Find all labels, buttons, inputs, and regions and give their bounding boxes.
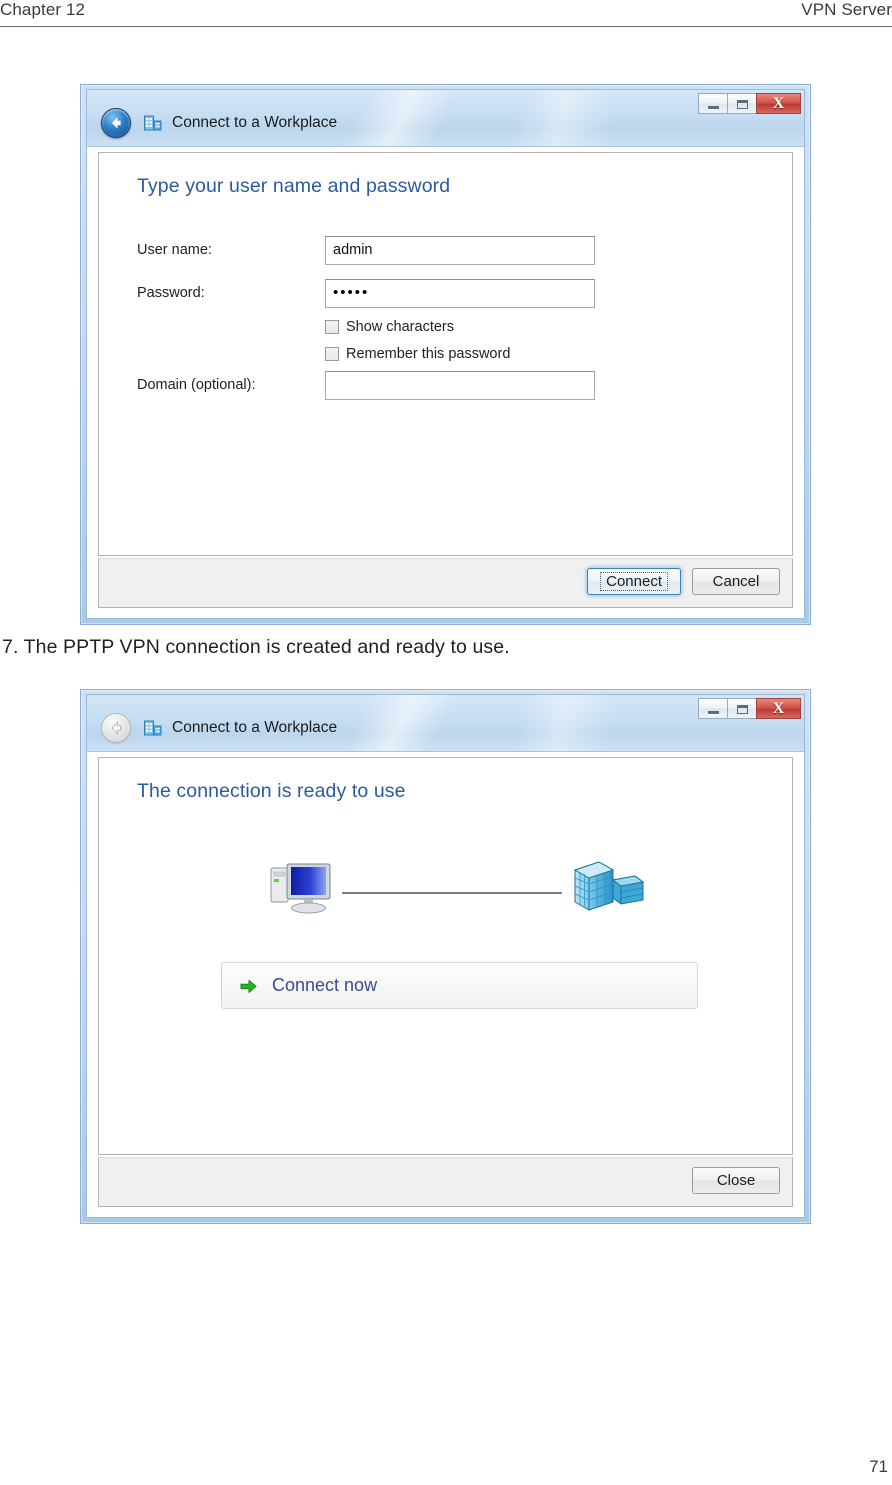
close-button[interactable]: X xyxy=(756,698,801,719)
show-characters-checkbox[interactable] xyxy=(325,320,339,334)
connect-button-label: Connect xyxy=(600,572,668,591)
form-row-password: Password: ••••• xyxy=(99,279,792,309)
back-arrow-icon xyxy=(111,720,122,736)
back-button[interactable] xyxy=(101,108,131,138)
maximize-button[interactable] xyxy=(727,93,756,114)
close-dialog-button[interactable]: Close xyxy=(692,1167,780,1194)
close-dialog-button-label: Close xyxy=(716,1172,756,1189)
header-chapter-label: Chapter 12 xyxy=(0,0,86,19)
form-row-username: User name: admin xyxy=(99,236,792,266)
connect-to-workplace-credentials-window: Connect to a Workplace X Type your user … xyxy=(80,84,811,625)
form-row-domain: Domain (optional): xyxy=(99,371,792,401)
titlebar-content: Connect to a Workplace xyxy=(101,713,337,743)
show-characters-row[interactable]: Show characters xyxy=(325,317,454,337)
footer-button-group: Close xyxy=(692,1167,780,1194)
header-section-label: VPN Server xyxy=(801,0,892,19)
workplace-icon xyxy=(143,113,163,133)
domain-label: Domain (optional): xyxy=(137,377,256,393)
dialog-content-area: The connection is ready to use Connect n… xyxy=(98,757,793,1155)
titlebar-content: Connect to a Workplace xyxy=(101,108,337,138)
cancel-button-label: Cancel xyxy=(712,573,760,590)
window-caption-buttons: X xyxy=(698,698,801,719)
footer-button-group: Connect Cancel xyxy=(587,568,780,595)
titlebar: Connect to a Workplace X xyxy=(87,90,804,147)
page-number: 71 xyxy=(869,1457,888,1476)
connection-ready-window: Connect to a Workplace X The connection … xyxy=(80,689,811,1224)
domain-input[interactable] xyxy=(325,371,595,400)
minimize-button[interactable] xyxy=(698,698,727,719)
window-title: Connect to a Workplace xyxy=(172,114,338,131)
close-icon: X xyxy=(772,95,785,112)
close-icon: X xyxy=(772,700,785,717)
password-input[interactable]: ••••• xyxy=(325,279,595,308)
dialog-heading: Type your user name and password xyxy=(137,175,451,197)
window-inner-frame: Connect to a Workplace X Type your user … xyxy=(86,89,805,619)
show-characters-label: Show characters xyxy=(346,319,454,335)
username-input[interactable]: admin xyxy=(325,236,595,265)
computer-icon xyxy=(267,856,343,923)
header-divider xyxy=(0,26,892,27)
connection-line xyxy=(342,892,562,894)
connect-now-button[interactable]: Connect now xyxy=(221,962,698,1009)
step-7-paragraph: 7. The PPTP VPN connection is created an… xyxy=(2,636,510,658)
workplace-icon xyxy=(143,718,163,738)
cancel-button[interactable]: Cancel xyxy=(692,568,780,595)
password-label: Password: xyxy=(137,285,205,301)
green-arrow-icon xyxy=(239,977,258,996)
server-icon xyxy=(569,858,647,921)
connect-now-label: Connect now xyxy=(272,975,378,995)
username-label: User name: xyxy=(137,242,212,258)
window-title: Connect to a Workplace xyxy=(172,719,338,736)
page-header: Chapter 12 VPN Server xyxy=(0,0,892,34)
remember-password-label: Remember this password xyxy=(346,346,511,362)
minimize-button[interactable] xyxy=(698,93,727,114)
back-arrow-icon xyxy=(112,117,121,129)
close-button[interactable]: X xyxy=(756,93,801,114)
connect-button[interactable]: Connect xyxy=(587,568,681,595)
remember-password-row[interactable]: Remember this password xyxy=(325,344,510,364)
dialog-heading: The connection is ready to use xyxy=(137,780,406,802)
connection-diagram xyxy=(99,854,792,932)
dialog-content-area: Type your user name and password User na… xyxy=(98,152,793,556)
back-button[interactable] xyxy=(101,713,131,743)
dialog-footer: Connect Cancel xyxy=(98,558,793,608)
password-value: ••••• xyxy=(333,284,370,301)
remember-password-checkbox[interactable] xyxy=(325,347,339,361)
window-inner-frame: Connect to a Workplace X The connection … xyxy=(86,694,805,1218)
dialog-footer: Close xyxy=(98,1157,793,1207)
titlebar: Connect to a Workplace X xyxy=(87,695,804,752)
maximize-button[interactable] xyxy=(727,698,756,719)
window-caption-buttons: X xyxy=(698,93,801,114)
username-value: admin xyxy=(333,242,373,258)
